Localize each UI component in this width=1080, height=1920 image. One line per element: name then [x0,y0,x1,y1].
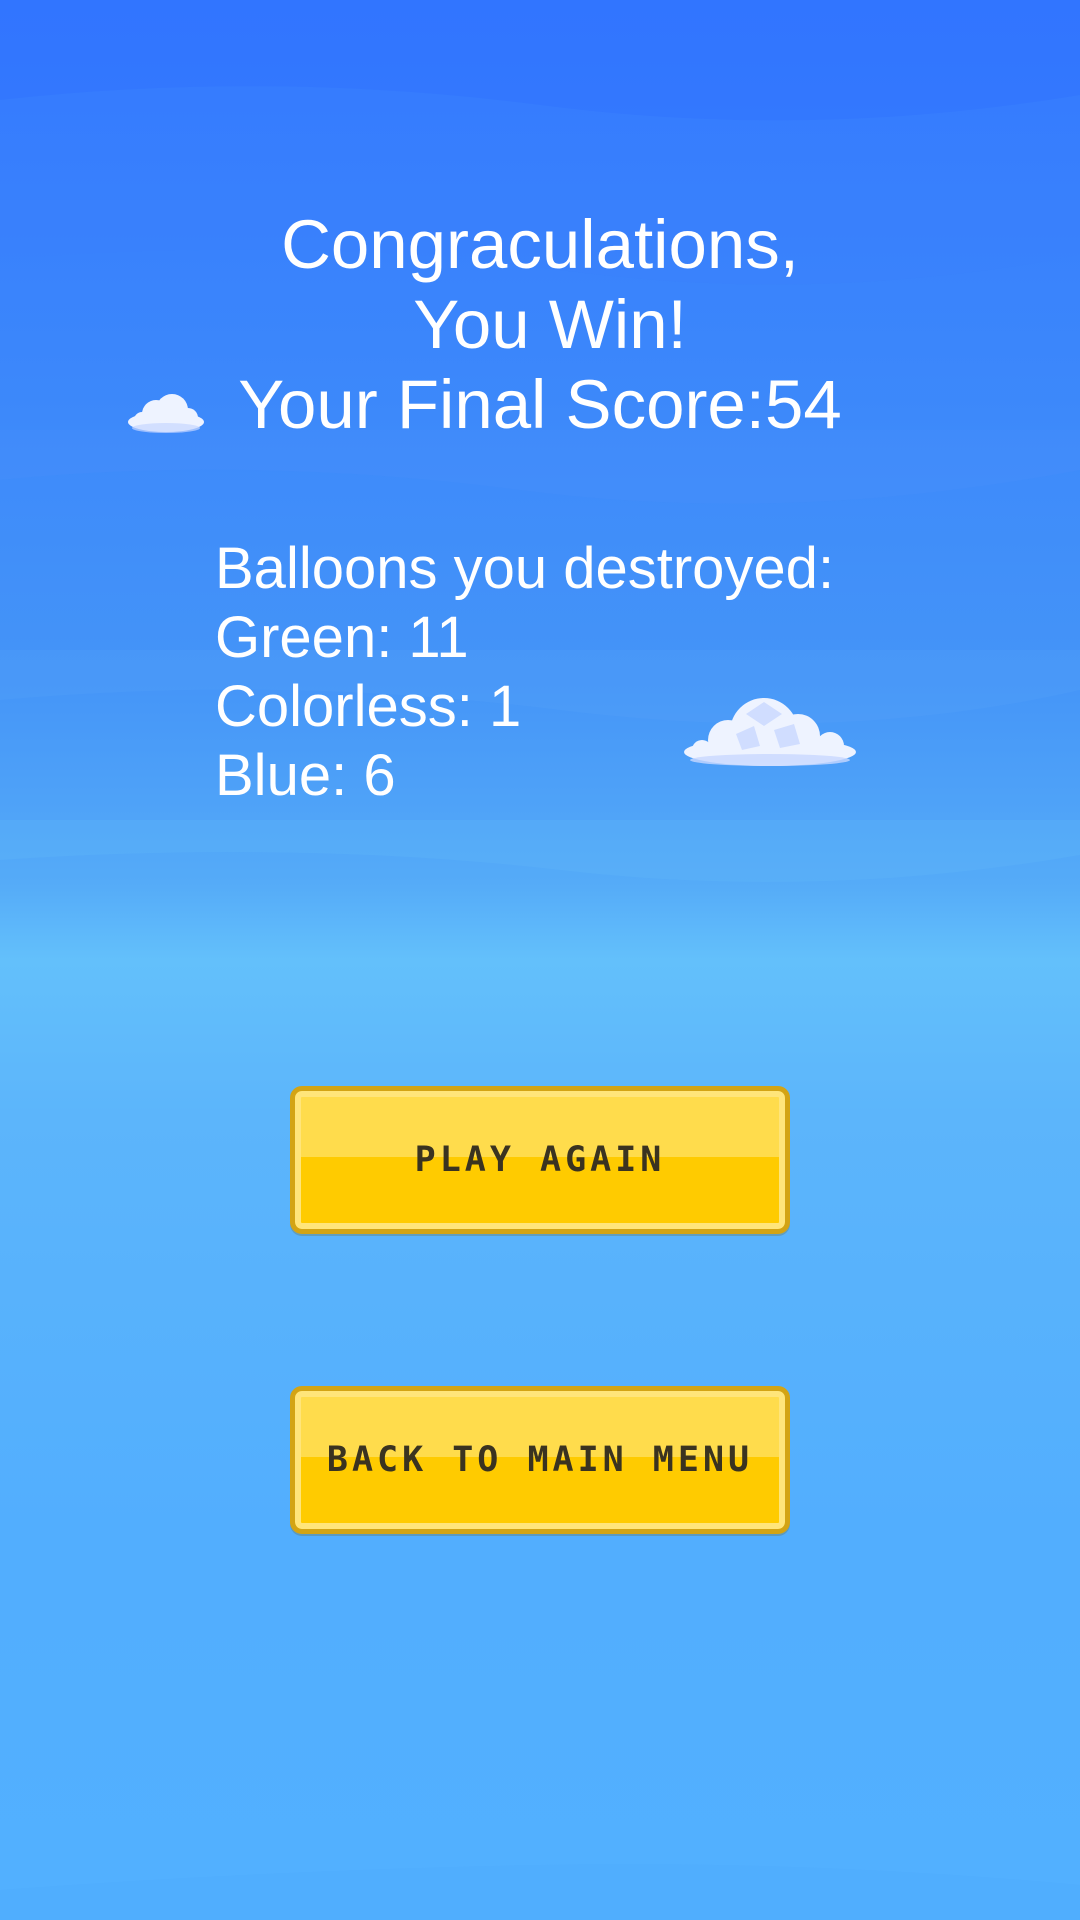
main-menu-label: BACK TO MAIN MENU [326,1440,754,1480]
balloon-stats: Balloons you destroyed: Green: 11 Colorl… [215,534,834,810]
main-menu-button[interactable]: BACK TO MAIN MENU [290,1386,790,1534]
blue-count: Blue: 6 [215,743,396,808]
win-title: Congraculations, [281,206,799,283]
play-again-label: PLAY AGAIN [414,1140,666,1180]
play-again-button[interactable]: PLAY AGAIN [290,1086,790,1234]
colorless-count: Colorless: 1 [215,674,522,739]
cloud-icon [128,394,204,433]
win-subtitle: You Win! [413,286,687,363]
stats-heading: Balloons you destroyed: [215,536,835,601]
green-count: Green: 11 [215,605,469,670]
